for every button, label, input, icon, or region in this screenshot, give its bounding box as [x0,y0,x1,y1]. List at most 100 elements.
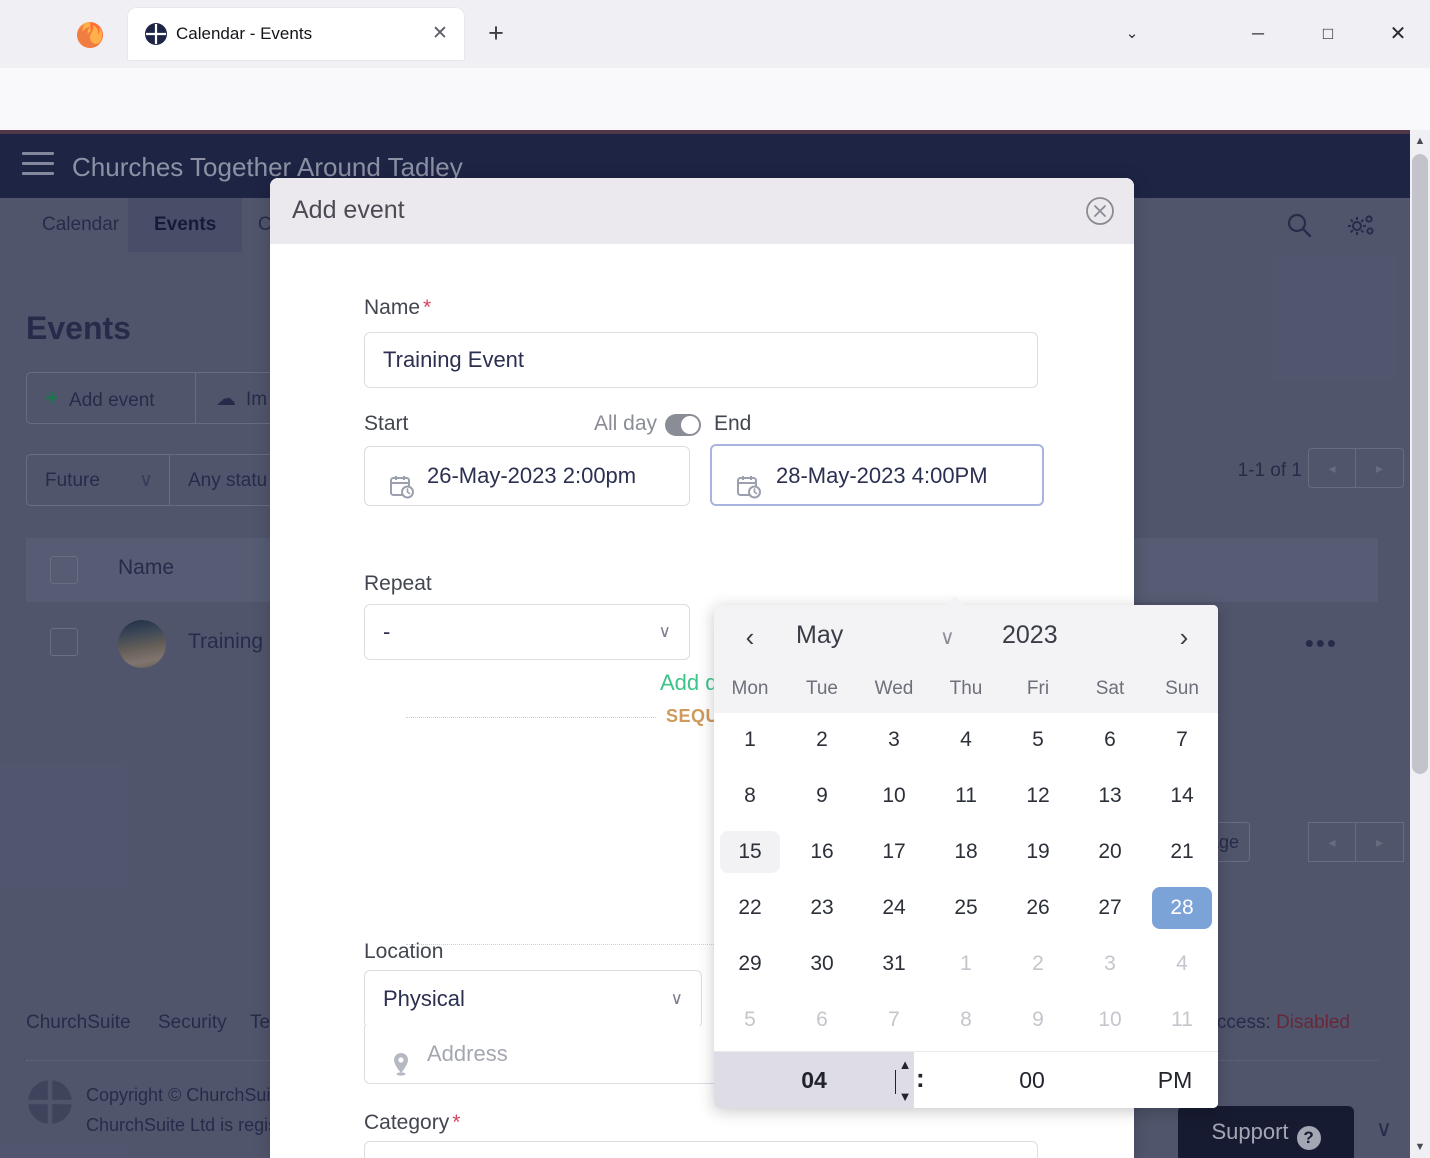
day-cell[interactable]: 1 [720,719,780,761]
day-cell[interactable]: 31 [864,943,924,985]
select-all-checkbox[interactable] [50,556,78,584]
tab-calendar[interactable]: Calendar [16,198,145,252]
day-cell[interactable]: 16 [792,831,852,873]
scroll-up-arrow-icon[interactable]: ▲ [1410,130,1430,152]
day-cell[interactable]: 2 [792,719,852,761]
day-cell[interactable]: 8 [936,999,996,1041]
day-cell[interactable]: 3 [1080,943,1140,985]
scroll-down-arrow-icon[interactable]: ▼ [1410,1136,1430,1158]
day-cell[interactable]: 7 [1152,719,1212,761]
modal-title: Add event [292,196,405,224]
day-cell[interactable]: 4 [936,719,996,761]
new-tab-button[interactable]: + [480,18,512,50]
settings-gear-icon[interactable] [1344,210,1378,240]
pagination-count-top: 1-1 of 1 [1237,460,1302,481]
row-more-actions-icon[interactable]: ••• [1305,628,1338,659]
day-cell[interactable]: 30 [792,943,852,985]
chevron-down-icon[interactable]: ∨ [940,625,955,650]
day-cell[interactable]: 10 [864,775,924,817]
time-minute-field[interactable]: 00 [932,1052,1132,1108]
time-hour-field[interactable]: 04 [714,1052,914,1108]
day-cell[interactable]: 13 [1080,775,1140,817]
tab-list-chevron-down-icon[interactable]: ⌄ [1110,14,1154,54]
start-datetime-input[interactable]: 26-May-2023 2:00pm [364,446,690,506]
day-cell[interactable]: 7 [864,999,924,1041]
scrollbar-thumb[interactable] [1412,154,1428,774]
next-month-arrow-icon[interactable]: › [1166,619,1202,655]
day-cell[interactable]: 9 [792,775,852,817]
day-cell[interactable]: 18 [936,831,996,873]
day-cell[interactable]: 27 [1080,887,1140,929]
close-icon[interactable] [1084,195,1116,227]
day-cell[interactable]: 11 [1152,999,1212,1041]
search-icon[interactable] [1284,210,1314,240]
time-hour-stepper[interactable]: ▲ ▼ [894,1058,916,1104]
footer-link-churchsuite[interactable]: ChurchSuite [26,1012,131,1034]
day-cell[interactable]: 28 [1152,887,1212,929]
pagination-next-top[interactable]: ▸ [1356,448,1404,488]
day-cell[interactable]: 29 [720,943,780,985]
day-cell[interactable]: 15 [720,831,780,873]
day-cell[interactable]: 1 [936,943,996,985]
datepicker-month[interactable]: May [796,621,843,650]
widget-chevron-down-icon[interactable]: ∨ [1376,1116,1392,1142]
tab-close-icon[interactable]: ✕ [428,22,452,46]
category-select[interactable]: - ∨ [364,1141,1038,1158]
day-cell[interactable]: 19 [1008,831,1068,873]
day-cell[interactable]: 11 [936,775,996,817]
day-cell[interactable]: 26 [1008,887,1068,929]
pagination-prev-top[interactable]: ◂ [1308,448,1356,488]
row-checkbox[interactable] [50,628,78,656]
day-cell[interactable]: 21 [1152,831,1212,873]
day-cell[interactable]: 8 [720,775,780,817]
day-cell[interactable]: 23 [792,887,852,929]
window-minimize-button[interactable]: ─ [1236,14,1280,54]
day-cell[interactable]: 24 [864,887,924,929]
pagination-next-bottom[interactable]: ▸ [1356,822,1404,862]
page-scrollbar[interactable]: ▲ ▼ [1410,130,1430,1158]
window-maximize-button[interactable]: □ [1306,14,1350,54]
day-cell[interactable]: 17 [864,831,924,873]
day-cell[interactable]: 4 [1152,943,1212,985]
all-day-toggle[interactable] [665,414,701,436]
window-close-button[interactable]: ✕ [1376,14,1420,54]
day-cell[interactable]: 6 [1080,719,1140,761]
day-cell[interactable]: 2 [1008,943,1068,985]
day-cell[interactable]: 22 [720,887,780,929]
day-cell[interactable]: 20 [1080,831,1140,873]
day-cell[interactable]: 5 [1008,719,1068,761]
time-meridiem-field[interactable]: PM [1132,1052,1218,1108]
day-cell[interactable]: 25 [936,887,996,929]
day-cell[interactable]: 5 [720,999,780,1041]
filter-range-select[interactable]: Future ∨ [26,454,170,506]
add-event-button[interactable]: + Add event [26,372,196,424]
sidebar-toggle-hamburger-icon[interactable] [22,152,54,180]
location-type-select[interactable]: Physical ∨ [364,970,702,1028]
time-colon: : [916,1063,925,1093]
add-dates-link[interactable]: Add d [660,670,718,696]
end-datetime-value: 28-May-2023 4:00PM [776,463,988,488]
churchsuite-favicon-icon [144,22,168,46]
day-cell[interactable]: 10 [1080,999,1140,1041]
footer-link-security[interactable]: Security [158,1012,227,1034]
prev-month-arrow-icon[interactable]: ‹ [732,619,768,655]
stepper-down-icon[interactable]: ▼ [896,1090,914,1104]
row-event-name[interactable]: Training [188,630,263,654]
stepper-up-icon[interactable]: ▲ [896,1058,914,1072]
footer-link-terms[interactable]: Te [250,1012,270,1034]
day-cell[interactable]: 9 [1008,999,1068,1041]
support-widget-button[interactable]: Support? [1178,1106,1354,1158]
name-input[interactable]: Training Event [364,332,1038,388]
day-cell[interactable]: 6 [792,999,852,1041]
datepicker-year[interactable]: 2023 [1002,621,1058,650]
day-cell[interactable]: 3 [864,719,924,761]
datepicker-header: ‹ May ∨ 2023 › [714,605,1218,669]
day-cell[interactable]: 14 [1152,775,1212,817]
browser-tab-calendar-events[interactable]: Calendar - Events ✕ [128,8,464,60]
tab-events[interactable]: Events [128,198,243,252]
weekday-thu: Thu [949,678,983,699]
end-datetime-input[interactable]: 28-May-2023 4:00PM [710,444,1044,506]
repeat-select[interactable]: - ∨ [364,604,690,660]
day-cell[interactable]: 12 [1008,775,1068,817]
pagination-prev-bottom[interactable]: ◂ [1308,822,1356,862]
